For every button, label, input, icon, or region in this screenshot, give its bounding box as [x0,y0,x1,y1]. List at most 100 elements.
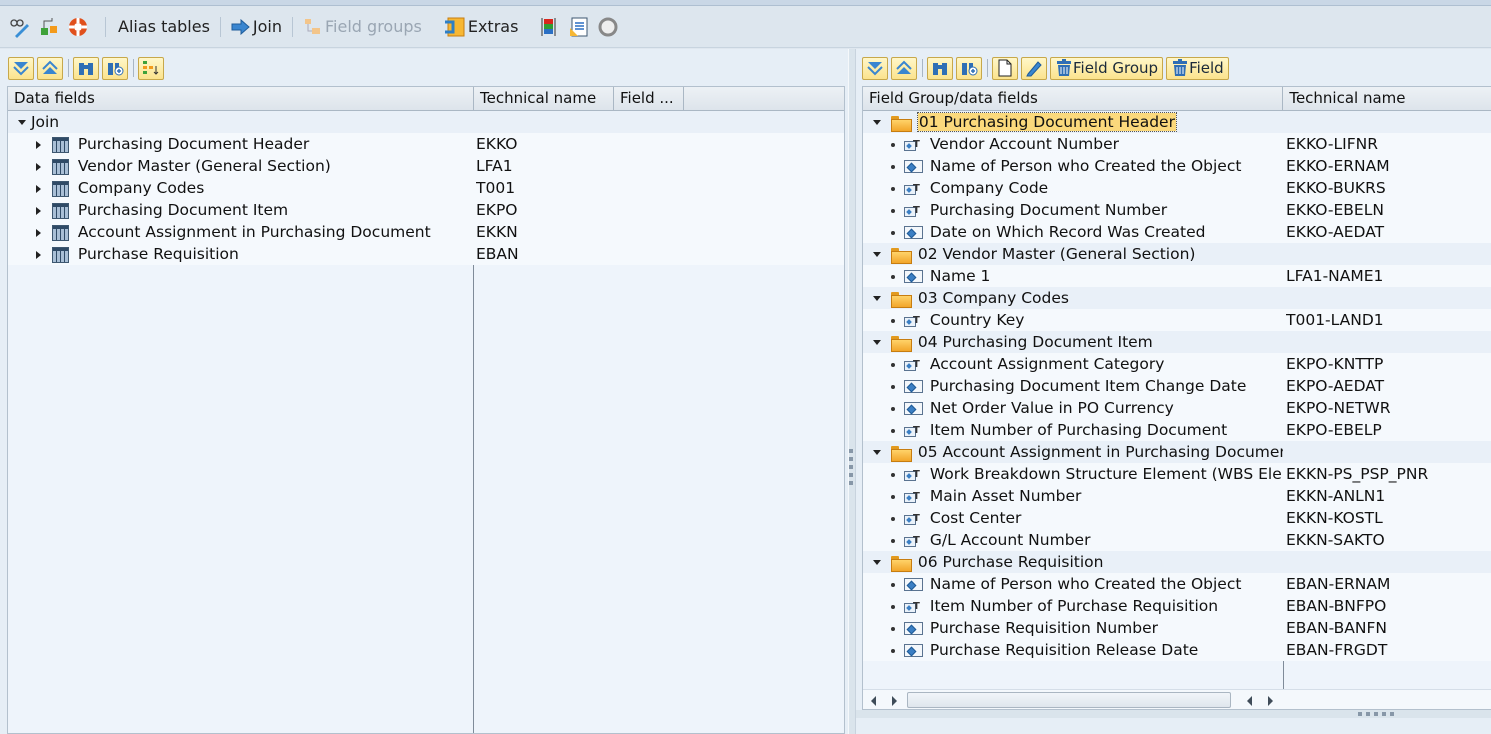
splitter-grip [849,449,853,453]
find-button[interactable] [927,56,953,80]
data-field-row[interactable]: T Company Code EKKO-BUKRS [863,177,1491,199]
tree-node-table[interactable]: Company Codes T001 [8,177,844,199]
data-field-row[interactable]: T Purchasing Document Number EKKO-EBELN [863,199,1491,221]
toolbar-separator [292,16,294,37]
field-group-label: 06 Purchase Requisition [917,553,1104,571]
data-field-row[interactable]: Name 1 LFA1-NAME1 [863,265,1491,287]
join-button[interactable]: Join [231,13,282,41]
collapse-all-button[interactable] [891,56,917,80]
column-header-technical-name[interactable]: Technical name [474,87,614,110]
data-field-row[interactable]: T G/L Account Number EKKN-SAKTO [863,529,1491,551]
color-bars-icon[interactable] [538,15,562,39]
expand-all-button[interactable] [862,56,888,80]
alias-tables-button[interactable]: Alias tables [116,13,210,41]
delete-field-label: Field [1189,59,1224,77]
collapse-icon[interactable] [873,252,881,257]
collapse-icon[interactable] [873,560,881,565]
find-next-button[interactable] [102,56,128,80]
tree-node-table[interactable]: Purchase Requisition EBAN [8,243,844,265]
folder-open-icon [890,555,912,572]
tree-node-table[interactable]: Purchasing Document Item EKPO [8,199,844,221]
collapse-all-button[interactable] [37,56,63,80]
data-field-row[interactable]: Name of Person who Created the Object EB… [863,573,1491,595]
data-fields-header: Data fields Technical name Field ... [8,87,844,111]
data-field-row[interactable]: Purchasing Document Item Change Date EKP… [863,375,1491,397]
column-header-field-group[interactable]: Field Group/data fields [863,87,1284,110]
data-field-row[interactable]: T Account Assignment Category EKPO-KNTTP [863,353,1491,375]
field-group-node[interactable]: 05 Account Assignment in Purchasing Docu… [863,441,1491,463]
lifebuoy-icon[interactable] [66,15,90,39]
field-groups-button[interactable]: Field groups [303,13,422,41]
scroll-left-icon[interactable] [1247,696,1252,706]
scroll-left-icon[interactable] [871,696,876,706]
field-technical-name: EBAN-FRGDT [1286,641,1388,659]
data-field-row[interactable]: Date on Which Record Was Created EKKO-AE… [863,221,1491,243]
column-header-data-fields[interactable]: Data fields [8,87,474,110]
circle-icon[interactable] [596,15,620,39]
horizontal-scrollbar[interactable] [863,689,1491,709]
scroll-right-icon[interactable] [892,696,897,706]
tree-node-table[interactable]: Vendor Master (General Section) LFA1 [8,155,844,177]
new-button[interactable] [992,56,1018,80]
data-field-row[interactable]: T Item Number of Purchasing Document EKP… [863,419,1491,441]
data-field-row[interactable]: T Vendor Account Number EKKO-LIFNR [863,133,1491,155]
scrollbar-thumb[interactable] [907,692,1231,708]
data-field-row[interactable]: T Item Number of Purchase Requisition EB… [863,595,1491,617]
data-field-row[interactable]: Purchase Requisition Number EBAN-BANFN [863,617,1491,639]
bullet-icon [891,494,895,499]
tree-node-table[interactable]: Account Assignment in Purchasing Documen… [8,221,844,243]
field-icon [903,380,923,393]
collapse-icon[interactable] [873,340,881,345]
expand-icon[interactable] [36,184,41,193]
data-field-row[interactable]: T Country Key T001-LAND1 [863,309,1491,331]
field-technical-name: LFA1-NAME1 [1286,267,1384,285]
data-field-row[interactable]: Purchase Requisition Release Date EBAN-F… [863,639,1491,661]
expand-icon[interactable] [36,206,41,215]
pane-splitter[interactable] [848,49,856,734]
arrow-right-icon [231,18,250,35]
field-group-node[interactable]: 04 Purchasing Document Item [863,331,1491,353]
field-group-node[interactable]: 06 Purchase Requisition [863,551,1491,573]
expand-icon[interactable] [36,250,41,259]
find-icon [79,63,93,75]
column-header-technical-name[interactable]: Technical name [1283,87,1491,110]
edit-button[interactable] [1021,56,1047,80]
field-group-node[interactable]: 01 Purchasing Document Header [863,111,1491,133]
hierarchy-boxes-icon[interactable] [37,15,61,39]
find-next-button[interactable] [956,56,982,80]
expand-all-icon [13,62,29,76]
data-field-row[interactable]: T Main Asset Number EKKN-ANLN1 [863,485,1491,507]
field-groups-tree: Field Group/data fields Technical name 0… [862,86,1491,710]
tree-node-table[interactable]: Purchasing Document Header EKKO [8,133,844,155]
glasses-pencil-icon[interactable] [8,15,32,39]
document-list-icon[interactable] [567,15,591,39]
collapse-icon[interactable] [18,120,26,125]
delete-field-group-button[interactable]: Field Group [1050,56,1164,80]
data-field-row[interactable]: T Work Breakdown Structure Element (WBS … [863,463,1491,485]
tree-node-join[interactable]: Join [8,111,844,133]
field-groups-header: Field Group/data fields Technical name [863,87,1491,111]
collapse-icon[interactable] [873,296,881,301]
bottom-splitter[interactable] [856,710,1491,718]
key-field-icon: T [903,181,923,196]
collapse-all-icon [896,60,912,74]
expand-icon[interactable] [36,228,41,237]
collapse-icon[interactable] [873,120,881,125]
table-icon [51,224,69,241]
data-field-row[interactable]: T Cost Center EKKN-KOSTL [863,507,1491,529]
expand-icon[interactable] [36,140,41,149]
expand-all-button[interactable] [8,56,34,80]
layout-button[interactable] [138,56,164,80]
field-group-node[interactable]: 02 Vendor Master (General Section) [863,243,1491,265]
delete-field-button[interactable]: Field [1166,56,1229,80]
scroll-right-icon[interactable] [1268,696,1273,706]
expand-icon[interactable] [36,162,41,171]
column-header-field[interactable]: Field ... [614,87,684,110]
field-group-node[interactable]: 03 Company Codes [863,287,1491,309]
find-button[interactable] [73,56,99,80]
collapse-icon[interactable] [873,450,881,455]
data-field-row[interactable]: Net Order Value in PO Currency EKPO-NETW… [863,397,1491,419]
data-field-row[interactable]: Name of Person who Created the Object EK… [863,155,1491,177]
key-field-icon: T [903,203,923,218]
extras-button[interactable]: Extras [444,13,518,41]
